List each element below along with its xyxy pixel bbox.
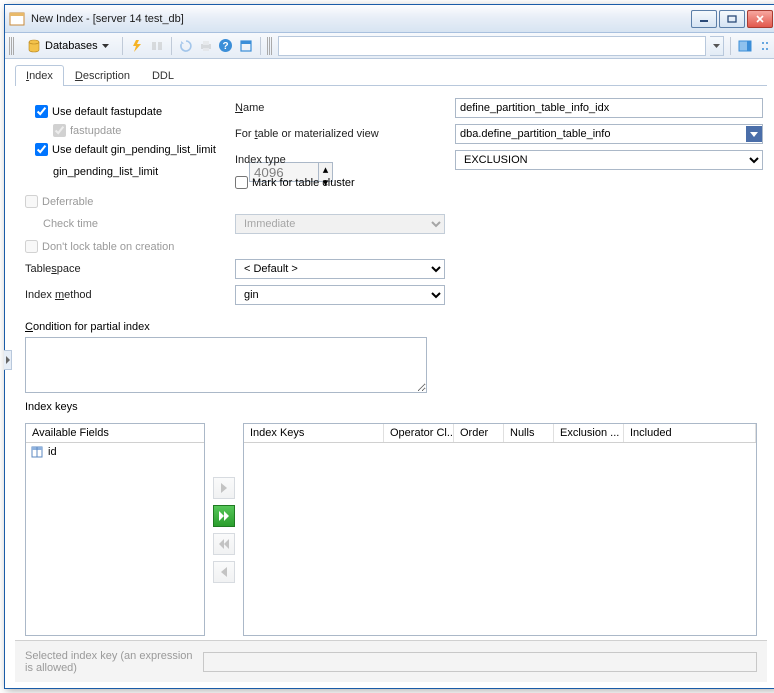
footer: Selected index key (an expression is all… — [15, 640, 767, 682]
col-order: Order — [454, 424, 504, 442]
col-nulls: Nulls — [504, 424, 554, 442]
col-index-keys: Index Keys — [244, 424, 384, 442]
add-one-button — [213, 477, 235, 499]
col-exclusion: Exclusion ... — [554, 424, 624, 442]
restore-window-icon[interactable] — [238, 38, 254, 54]
lightning-icon[interactable] — [129, 38, 145, 54]
index-method-label: Index method — [25, 289, 225, 301]
refresh-icon — [178, 38, 194, 54]
index-type-select[interactable]: EXCLUSION — [455, 150, 763, 170]
close-button[interactable] — [747, 10, 773, 28]
tabs: Index Description DDL — [15, 65, 767, 86]
panel-icon[interactable] — [737, 38, 753, 54]
available-fields-header: Available Fields — [26, 424, 204, 443]
tab-index[interactable]: Index — [15, 65, 64, 86]
expand-icon[interactable] — [757, 38, 773, 54]
tablespace-select[interactable]: < Default > — [235, 259, 445, 279]
svg-text:?: ? — [223, 41, 229, 52]
selected-key-input — [203, 652, 757, 672]
databases-dropdown[interactable]: Databases — [20, 36, 116, 56]
compile-icon — [149, 38, 165, 54]
tablespace-label: Tablespace — [25, 263, 225, 275]
print-icon — [198, 38, 214, 54]
gin-pending-label: gin_pending_list_limit — [53, 166, 158, 178]
toolbar-grip — [9, 37, 14, 55]
toolbar-search-input[interactable] — [278, 36, 706, 56]
list-item[interactable]: id — [26, 443, 204, 461]
databases-label: Databases — [45, 40, 98, 52]
deferrable-checkbox: Deferrable — [25, 195, 225, 208]
toolbar: Databases ? — [5, 33, 774, 59]
minimize-button[interactable] — [691, 10, 717, 28]
content-area: Index Description DDL Name Use default f… — [5, 59, 774, 688]
check-time-select: Immediate — [235, 214, 445, 234]
window-icon — [9, 11, 25, 27]
titlebar: New Index - [server 14 test_db] — [5, 5, 774, 33]
use-default-gin-checkbox[interactable]: Use default gin_pending_list_limit — [35, 143, 225, 156]
selected-key-label: Selected index key (an expression is all… — [25, 650, 195, 674]
help-icon[interactable]: ? — [218, 38, 234, 54]
index-method-select[interactable]: gin — [235, 285, 445, 305]
index-keys-table[interactable]: Index Keys Operator Cl... Order Nulls Ex… — [243, 423, 757, 636]
no-lock-checkbox: Don't lock table on creation — [25, 240, 225, 253]
condition-textarea[interactable] — [25, 337, 427, 393]
use-default-fastupdate-checkbox[interactable]: Use default fastupdate — [35, 105, 225, 118]
tab-ddl[interactable]: DDL — [141, 65, 185, 86]
col-included: Included — [624, 424, 756, 442]
name-input[interactable] — [455, 98, 763, 118]
fastupdate-checkbox: fastupdate — [53, 124, 225, 137]
window-title: New Index - [server 14 test_db] — [31, 13, 691, 25]
condition-label: Condition for partial index — [25, 321, 767, 333]
chevron-down-icon — [102, 44, 109, 48]
for-table-combo[interactable]: dba.define_partition_table_info — [455, 124, 763, 144]
col-operator-class: Operator Cl... — [384, 424, 454, 442]
name-label: Name — [235, 102, 445, 114]
remove-all-button — [213, 533, 235, 555]
remove-one-button — [213, 561, 235, 583]
mark-cluster-checkbox[interactable]: Mark for table cluster — [235, 176, 445, 189]
check-time-label: Check time — [25, 218, 225, 230]
database-icon — [27, 39, 41, 53]
toolbar-search-dropdown[interactable] — [710, 36, 724, 56]
index-type-label: Index type — [235, 154, 445, 166]
app-window: New Index - [server 14 test_db] Database… — [4, 4, 774, 689]
index-keys-label: Index keys — [25, 401, 767, 413]
toolbar-grip — [267, 37, 272, 55]
available-fields-list[interactable]: Available Fields id — [25, 423, 205, 636]
side-handle[interactable] — [4, 350, 12, 370]
tab-description[interactable]: Description — [64, 65, 141, 86]
column-icon — [30, 445, 44, 459]
for-table-label: For table or materialized view — [235, 128, 445, 140]
maximize-button[interactable] — [719, 10, 745, 28]
add-all-button[interactable] — [213, 505, 235, 527]
